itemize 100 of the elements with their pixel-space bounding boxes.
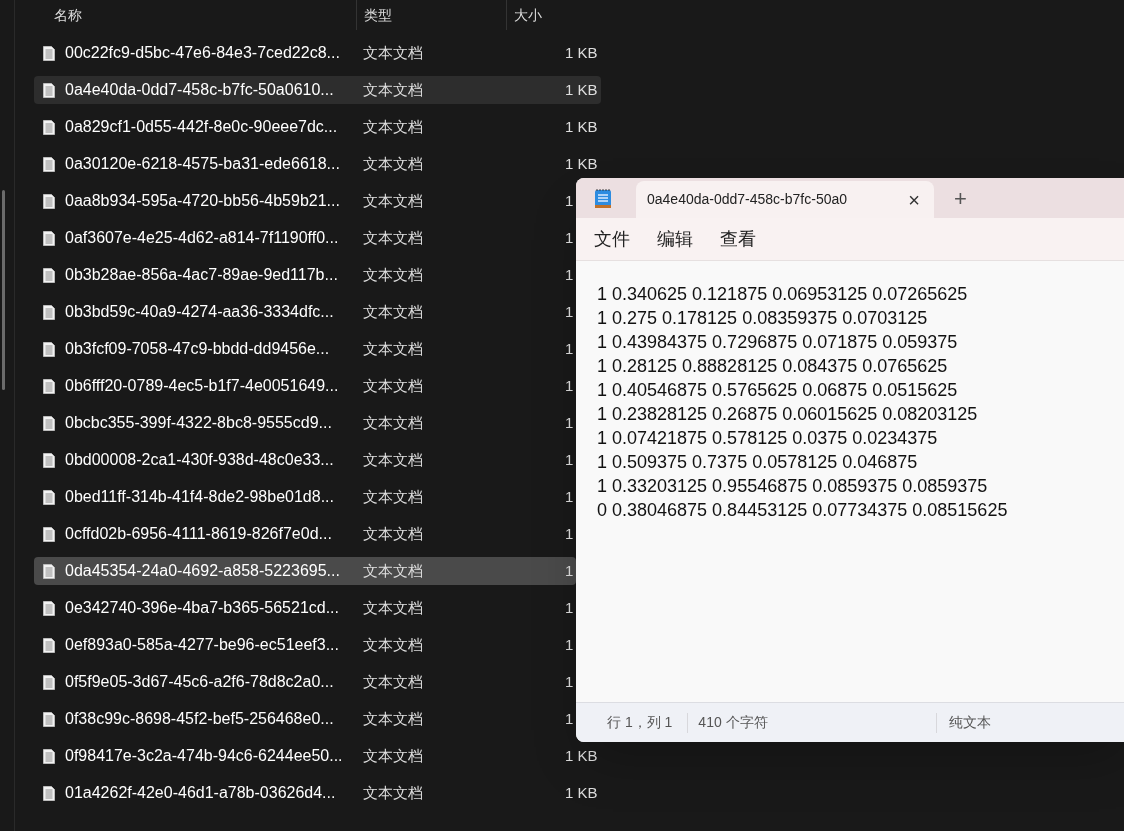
text-file-icon: [43, 267, 55, 283]
file-name: 00c22fc9-d5bc-47e6-84e3-7ced22c8...: [65, 44, 340, 61]
file-row[interactable]: 0a30120e-6218-4575-ba31-ede6618... 文本文档 1 KB: [34, 150, 601, 178]
file-row[interactable]: 00c22fc9-d5bc-47e6-84e3-7ced22c8... 文本文档 1 KB: [34, 39, 601, 67]
file-type: 文本文档: [363, 229, 423, 246]
file-size: 1: [565, 708, 574, 729]
file-size: 1 KB: [565, 153, 598, 174]
column-header[interactable]: 类型: [356, 0, 506, 30]
file-name: 0b3b28ae-856a-4ac7-89ae-9ed117b...: [65, 266, 338, 283]
file-size: 1: [565, 597, 574, 618]
text-file-icon: [43, 378, 55, 394]
file-row[interactable]: 0da45354-24a0-4692-a858-5223695... 文本文档 1: [34, 557, 576, 585]
file-type: 文本文档: [363, 192, 423, 209]
file-row[interactable]: 0b6fff20-0789-4ec5-b1f7-4e0051649... 文本文档 1: [34, 372, 576, 400]
close-button[interactable]: ×: [906, 189, 922, 210]
text-file-icon: [43, 341, 55, 357]
file-type: 文本文档: [363, 414, 423, 431]
file-size: 1: [565, 264, 574, 285]
notepad-icon: [594, 188, 612, 209]
file-row[interactable]: 01a4262f-42e0-46d1-a78b-03626d4... 文本文档 1 KB: [34, 779, 601, 807]
text-line: 1 0.40546875 0.5765625 0.06875 0.0515625: [597, 379, 958, 402]
file-row[interactable]: 0a4e40da-0dd7-458c-b7fc-50a0610... 文本文档 1 KB: [34, 76, 601, 104]
file-row[interactable]: 0bed11ff-314b-41f4-8de2-98be01d8... 文本文档 1: [34, 483, 576, 511]
file-name: 0e342740-396e-4ba7-b365-56521cd...: [65, 599, 339, 616]
text-file-icon: [43, 193, 55, 209]
file-type: 文本文档: [363, 562, 423, 579]
file-row[interactable]: 0a829cf1-0d55-442f-8e0c-90eee7dc... 文本文档 1 KB: [34, 113, 601, 141]
file-name: 0a30120e-6218-4575-ba31-ede6618...: [65, 155, 340, 172]
menu-item[interactable]: 编辑: [657, 225, 693, 253]
file-type: 文本文档: [363, 340, 423, 357]
text-file-icon: [43, 748, 55, 764]
text-line: 1 0.509375 0.7375 0.0578125 0.046875: [597, 451, 918, 474]
file-type: 文本文档: [363, 44, 423, 61]
file-row[interactable]: 0af3607e-4e25-4d62-a814-7f1190ff0... 文本文档 1: [34, 224, 576, 252]
encoding: 纯文本: [948, 713, 991, 732]
file-type: 文本文档: [363, 303, 423, 320]
file-name: 0aa8b934-595a-4720-bb56-4b59b21...: [65, 192, 340, 209]
character-count: 410 个字符: [698, 713, 768, 732]
file-type: 文本文档: [363, 525, 423, 542]
file-name: 0bd00008-2ca1-430f-938d-48c0e33...: [65, 451, 334, 468]
file-name: 0b3fcf09-7058-47c9-bbdd-dd9456e...: [65, 340, 330, 357]
column-header[interactable]: 名称: [34, 0, 356, 30]
text-file-icon: [43, 711, 55, 727]
text-file-icon: [43, 785, 55, 801]
text-file-icon: [43, 45, 55, 61]
file-type: 文本文档: [363, 451, 423, 468]
file-size: 1 KB: [565, 42, 598, 63]
file-name: 0b3bd59c-40a9-4274-aa36-3334dfc...: [65, 303, 334, 320]
file-row[interactable]: 0f38c99c-8698-45f2-bef5-256468e0... 文本文档 1: [34, 705, 576, 733]
file-size: 1: [565, 449, 574, 470]
file-row[interactable]: 0bcbc355-399f-4322-8bc8-9555cd9... 文本文档 1: [34, 409, 576, 437]
text-file-icon: [43, 119, 55, 135]
file-size: 1: [565, 227, 574, 248]
file-row[interactable]: 0b3bd59c-40a9-4274-aa36-3334dfc... 文本文档 1: [34, 298, 576, 326]
tab-title: 0a4e40da-0dd7-458c-b7fc-50a0: [647, 190, 849, 209]
file-row[interactable]: 0b3b28ae-856a-4ac7-89ae-9ed117b... 文本文档 1: [34, 261, 576, 289]
text-file-icon: [43, 600, 55, 616]
file-row[interactable]: 0e342740-396e-4ba7-b365-56521cd... 文本文档 1: [34, 594, 576, 622]
text-file-icon: [43, 230, 55, 246]
file-size: 1 KB: [565, 745, 598, 766]
file-size: 1: [565, 560, 574, 581]
file-size: 1 KB: [565, 116, 598, 137]
text-file-icon: [43, 304, 55, 320]
file-name: 0f5f9e05-3d67-45c6-a2f6-78d8c2a0...: [65, 673, 334, 690]
file-type: 文本文档: [363, 155, 423, 172]
file-name: 01a4262f-42e0-46d1-a78b-03626d4...: [65, 784, 336, 801]
text-file-icon: [43, 415, 55, 431]
file-row[interactable]: 0cffd02b-6956-4111-8619-826f7e0d... 文本文档 1: [34, 520, 576, 548]
file-type: 文本文档: [363, 636, 423, 653]
file-size: 1: [565, 338, 574, 359]
text-line: 0 0.38046875 0.84453125 0.07734375 0.08515625: [597, 499, 1008, 522]
file-row[interactable]: 0bd00008-2ca1-430f-938d-48c0e33... 文本文档 1: [34, 446, 576, 474]
file-row[interactable]: 0aa8b934-595a-4720-bb56-4b59b21... 文本文档 1: [34, 187, 576, 215]
file-row[interactable]: 0b3fcf09-7058-47c9-bbdd-dd9456e... 文本文档 1: [34, 335, 576, 363]
menu-item[interactable]: 查看: [720, 225, 756, 253]
text-file-icon: [43, 82, 55, 98]
text-file-icon: [43, 452, 55, 468]
file-name: 0a4e40da-0dd7-458c-b7fc-50a0610...: [65, 81, 334, 98]
cursor-position: 行 1，列 1: [607, 713, 673, 732]
text-file-icon: [43, 156, 55, 172]
file-name: 0da45354-24a0-4692-a858-5223695...: [65, 562, 340, 579]
file-size: 1 KB: [565, 79, 598, 100]
file-size: 1: [565, 412, 574, 433]
file-size: 1 KB: [565, 782, 598, 803]
file-type: 文本文档: [363, 673, 423, 690]
file-size: 1: [565, 190, 574, 211]
column-header[interactable]: 大小: [506, 0, 607, 30]
file-type: 文本文档: [363, 488, 423, 505]
file-row[interactable]: 0f98417e-3c2a-474b-94c6-6244ee50... 文本文档 1 KB: [34, 742, 601, 770]
file-name: 0bcbc355-399f-4322-8bc8-9555cd9...: [65, 414, 332, 431]
file-type: 文本文档: [363, 118, 423, 135]
new-tab-button[interactable]: +: [952, 188, 969, 210]
file-row[interactable]: 0ef893a0-585a-4277-be96-ec51eef3... 文本文档 1: [34, 631, 576, 659]
file-row[interactable]: 0f5f9e05-3d67-45c6-a2f6-78d8c2a0... 文本文档 1: [34, 668, 576, 696]
file-size: 1: [565, 671, 574, 692]
menu-item[interactable]: 文件: [594, 225, 630, 253]
document-tab[interactable]: 0a4e40da-0dd7-458c-b7fc-50a0 ×: [636, 181, 934, 218]
file-type: 文本文档: [363, 377, 423, 394]
file-type: 文本文档: [363, 710, 423, 727]
file-name: 0b6fff20-0789-4ec5-b1f7-4e0051649...: [65, 377, 339, 394]
